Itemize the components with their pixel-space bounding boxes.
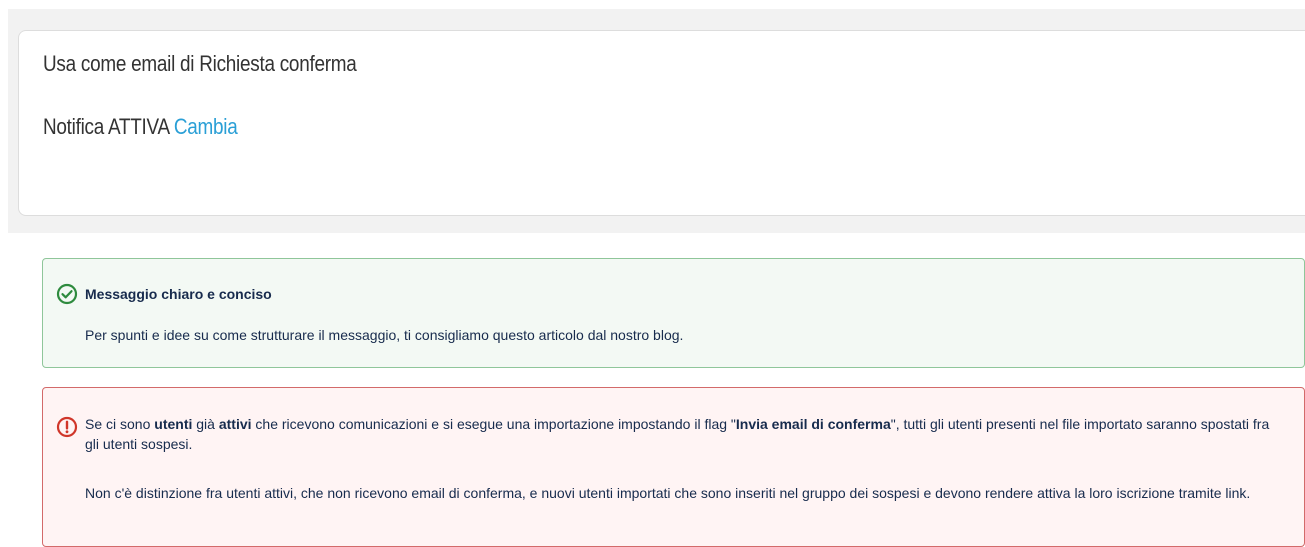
notification-status-label: Notifica ATTIVA xyxy=(43,114,169,139)
success-panel-text: Per spunti e idee su come strutturare il… xyxy=(85,327,684,343)
warning-panel-paragraph-1: Se ci sono utenti già attivi che ricevon… xyxy=(85,416,1270,452)
success-panel-title: Messaggio chiaro e conciso xyxy=(85,286,272,302)
bold-utenti: utenti xyxy=(154,416,193,432)
notification-status: Notifica ATTIVA Cambia xyxy=(43,114,238,140)
exclamation-circle-icon xyxy=(56,416,78,438)
card-title: Usa come email di Richiesta conferma xyxy=(43,51,357,76)
bold-attivi: attivi xyxy=(218,416,252,432)
warning-panel: Se ci sono utenti già attivi che ricevon… xyxy=(42,387,1305,547)
change-link[interactable]: Cambia xyxy=(174,114,238,139)
warning-panel-paragraph-2: Non c'è distinzione fra utenti attivi, c… xyxy=(85,485,1251,501)
check-circle-icon xyxy=(56,283,78,305)
bold-flag-name: Invia email di conferma xyxy=(735,416,891,432)
success-panel: Messaggio chiaro e conciso Per spunti e … xyxy=(42,258,1305,368)
